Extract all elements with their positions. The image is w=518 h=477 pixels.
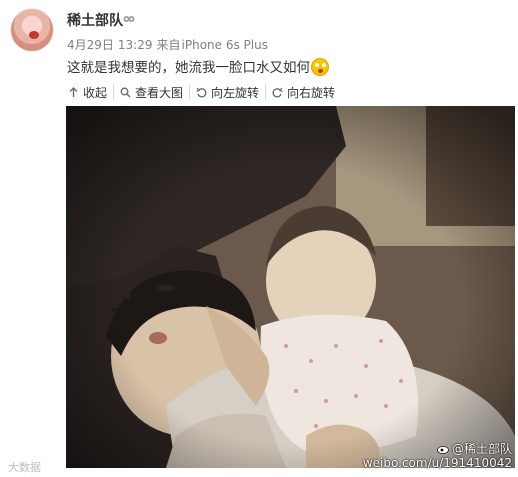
rotate-right-icon bbox=[272, 87, 283, 97]
post-content: 这就是我想要的，她流我一脸口水又如何 bbox=[67, 56, 329, 76]
post-meta: 4月29日 13:29 来自iPhone 6s Plus bbox=[67, 36, 272, 53]
rotate-left-icon bbox=[196, 87, 207, 97]
username-link[interactable]: 稀土部队 bbox=[67, 10, 123, 30]
weibo-logo-icon bbox=[437, 446, 449, 454]
source-prefix: 来自 bbox=[156, 38, 181, 52]
collapse-button[interactable]: 收起 bbox=[62, 84, 113, 100]
post-time[interactable]: 13:29 bbox=[118, 38, 153, 52]
post-source[interactable]: iPhone 6s Plus bbox=[182, 38, 268, 52]
post-date[interactable]: 4月29日 bbox=[67, 38, 114, 52]
rotate-right-label: 向右旋转 bbox=[287, 85, 336, 100]
rotate-left-button[interactable]: 向左旋转 bbox=[189, 84, 265, 100]
tongue-face-emoji-icon bbox=[311, 58, 329, 76]
collapse-label: 收起 bbox=[83, 85, 108, 100]
magnifier-icon bbox=[120, 87, 131, 97]
watermark-user-text: @稀土部队 bbox=[451, 442, 512, 456]
vip-badge-icon bbox=[123, 16, 135, 22]
rotate-left-label: 向左旋转 bbox=[211, 85, 260, 100]
rotate-right-button[interactable]: 向右旋转 bbox=[265, 84, 341, 100]
arrow-up-icon bbox=[69, 86, 78, 97]
post-text: 这就是我想要的，她流我一脸口水又如何 bbox=[67, 60, 310, 76]
watermark-url: weibo.com/u/191410042 bbox=[362, 456, 512, 470]
view-large-button[interactable]: 查看大图 bbox=[113, 84, 189, 100]
watermark-user: @稀土部队 bbox=[437, 440, 512, 457]
view-large-label: 查看大图 bbox=[135, 85, 184, 100]
photo-scene bbox=[66, 106, 515, 468]
post-photo[interactable] bbox=[66, 106, 515, 468]
image-toolbar: 收起 查看大图 向左旋转 向右旋转 bbox=[62, 80, 341, 104]
avatar-detail bbox=[29, 31, 39, 39]
avatar[interactable] bbox=[10, 8, 54, 52]
watermark-left: 大数据 bbox=[8, 461, 41, 474]
